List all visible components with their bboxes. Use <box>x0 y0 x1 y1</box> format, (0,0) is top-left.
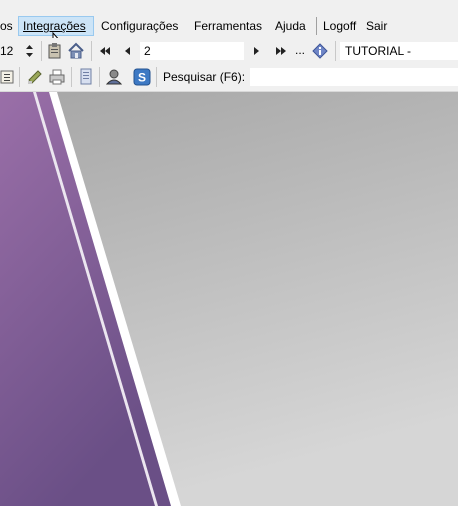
skype-icon[interactable]: S <box>133 68 151 86</box>
print-icon[interactable] <box>48 68 66 86</box>
toolbar-separator <box>41 41 42 61</box>
menu-bar: os Integrações Configurações Ferramentas… <box>0 14 458 51</box>
home-icon[interactable] <box>67 42 85 60</box>
spin-down-icon <box>26 53 33 57</box>
company-selector[interactable]: TUTORIAL - <box>340 42 458 75</box>
record-number-field[interactable]: 2 <box>140 42 244 60</box>
menu-separator <box>316 17 317 35</box>
menu-item-ajuda[interactable]: Ajuda <box>271 16 310 36</box>
desktop-background <box>0 92 458 506</box>
more-button[interactable]: ... <box>295 43 305 57</box>
document-icon[interactable] <box>79 68 93 86</box>
menu-item-label: Integrações <box>23 19 86 33</box>
menu-item-logoff[interactable]: Logoff <box>319 16 360 36</box>
toolbar-separator <box>91 41 92 61</box>
svg-text:S: S <box>138 71 146 85</box>
last-record-icon[interactable] <box>275 46 287 56</box>
menu-item-configuracoes[interactable]: Configurações <box>97 16 182 36</box>
user-icon[interactable] <box>105 68 123 86</box>
next-record-icon[interactable] <box>252 46 260 56</box>
menu-item-ferramentas[interactable]: Ferramentas <box>190 16 266 36</box>
spinner-control[interactable] <box>25 42 34 60</box>
toolbar-separator <box>99 67 100 87</box>
toolbar-separator <box>19 67 20 87</box>
search-input[interactable] <box>250 68 458 86</box>
info-icon[interactable] <box>312 43 328 59</box>
previous-record-icon[interactable] <box>124 46 132 56</box>
first-record-icon[interactable] <box>99 46 111 56</box>
toolbar-separator <box>71 67 72 87</box>
list-icon[interactable] <box>0 69 14 85</box>
company-label: TUTORIAL - <box>345 44 412 58</box>
toolbar-separator <box>335 41 336 61</box>
search-label: Pesquisar (F6): <box>163 70 246 84</box>
spin-up-icon <box>26 45 33 49</box>
menu-item-partial[interactable]: os <box>0 16 17 36</box>
clipboard-icon[interactable] <box>47 42 63 60</box>
background-art <box>0 92 458 506</box>
menu-item-sair[interactable]: Sair <box>362 16 391 36</box>
navigation-toolbar: 12 2 ... TUTORIAL - <box>0 38 458 75</box>
notes-icon[interactable] <box>26 68 44 86</box>
toolbar-separator <box>156 67 157 87</box>
action-toolbar: S Pesquisar (F6): <box>0 64 458 92</box>
spinner-value: 12 <box>0 44 14 58</box>
